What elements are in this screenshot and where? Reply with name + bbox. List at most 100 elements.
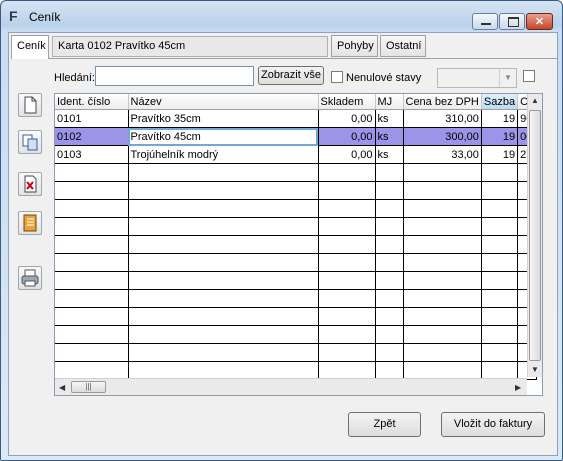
- show-all-button[interactable]: Zobrazit vše: [258, 66, 324, 85]
- scroll-down-icon[interactable]: ▼: [531, 365, 539, 374]
- cell-stock[interactable]: [318, 361, 376, 380]
- cell-name[interactable]: [128, 325, 319, 344]
- cell-unit[interactable]: [375, 361, 404, 380]
- search-input[interactable]: [95, 66, 254, 86]
- cell-ident[interactable]: [55, 361, 129, 380]
- vertical-scrollbar[interactable]: ▲ ▼: [527, 94, 542, 377]
- col-header-name[interactable]: Název: [128, 94, 319, 110]
- cell-unit[interactable]: [375, 199, 404, 218]
- cell-name[interactable]: [128, 235, 319, 254]
- cell-unit[interactable]: [375, 289, 404, 308]
- cell-price[interactable]: [403, 289, 482, 308]
- cell-price[interactable]: 300,00: [403, 127, 482, 146]
- cell-ident[interactable]: [55, 271, 129, 290]
- table-row[interactable]: [55, 217, 538, 236]
- cell-vat-rate[interactable]: [481, 361, 519, 380]
- cell-ident[interactable]: 0103: [55, 145, 129, 164]
- cell-unit[interactable]: [375, 271, 404, 290]
- cell-name[interactable]: [128, 289, 319, 308]
- maximize-button[interactable]: [499, 13, 525, 30]
- horizontal-scrollbar[interactable]: ◀ ||| ▶: [55, 378, 527, 395]
- cell-unit[interactable]: [375, 325, 404, 344]
- cell-vat-rate[interactable]: [481, 271, 519, 290]
- cell-name[interactable]: [128, 271, 319, 290]
- table-row[interactable]: [55, 271, 538, 290]
- cell-vat-rate[interactable]: 19: [481, 127, 519, 146]
- copy-button[interactable]: [18, 130, 42, 154]
- cell-ident[interactable]: 0101: [55, 109, 129, 128]
- cell-vat-rate[interactable]: [481, 199, 519, 218]
- cell-stock[interactable]: [318, 289, 376, 308]
- cell-ident[interactable]: [55, 325, 129, 344]
- cell-price[interactable]: [403, 163, 482, 182]
- cell-vat-rate[interactable]: [481, 325, 519, 344]
- col-header-vat-rate[interactable]: Sazba: [481, 94, 519, 110]
- cell-price[interactable]: 33,00: [403, 145, 482, 164]
- cell-ident[interactable]: [55, 307, 129, 326]
- tab-pohyby[interactable]: Pohyby: [331, 35, 378, 57]
- new-button[interactable]: [18, 93, 42, 117]
- cell-ident[interactable]: [55, 289, 129, 308]
- cell-unit[interactable]: ks: [375, 109, 404, 128]
- minimize-button[interactable]: [472, 13, 498, 30]
- cell-stock[interactable]: [318, 253, 376, 272]
- cell-stock[interactable]: [318, 199, 376, 218]
- col-header-price[interactable]: Cena bez DPH: [403, 94, 482, 110]
- cell-ident[interactable]: [55, 163, 129, 182]
- col-header-stock[interactable]: Skladem: [318, 94, 376, 110]
- cell-vat-rate[interactable]: 19: [481, 145, 519, 164]
- cell-name[interactable]: [128, 343, 319, 362]
- cell-price[interactable]: [403, 217, 482, 236]
- cell-ident[interactable]: [55, 343, 129, 362]
- table-row[interactable]: 0102Pravítko 45cm0,00ks300,001900: [55, 127, 538, 146]
- cell-unit[interactable]: [375, 235, 404, 254]
- cell-stock[interactable]: 0,00: [318, 145, 376, 164]
- cell-name[interactable]: [128, 253, 319, 272]
- table-row[interactable]: [55, 235, 538, 254]
- cell-vat-rate[interactable]: [481, 181, 519, 200]
- close-button[interactable]: ✕: [526, 13, 553, 30]
- cell-name[interactable]: Trojúhelník modrý: [128, 145, 319, 164]
- table-row[interactable]: [55, 325, 538, 344]
- scroll-left-icon[interactable]: ◀: [59, 383, 65, 392]
- cell-vat-rate[interactable]: [481, 217, 519, 236]
- filter-combo[interactable]: ▼: [437, 68, 517, 88]
- cell-vat-rate[interactable]: [481, 343, 519, 362]
- cell-stock[interactable]: [318, 217, 376, 236]
- cell-unit[interactable]: [375, 217, 404, 236]
- cell-unit[interactable]: [375, 343, 404, 362]
- cell-price[interactable]: [403, 271, 482, 290]
- cell-name[interactable]: [128, 181, 319, 200]
- cell-stock[interactable]: [318, 271, 376, 290]
- cell-ident[interactable]: [55, 235, 129, 254]
- cell-unit[interactable]: [375, 163, 404, 182]
- table-row[interactable]: 0101Pravítko 35cm0,00ks310,001990: [55, 109, 538, 128]
- delete-button[interactable]: [18, 172, 42, 196]
- table-row[interactable]: [55, 307, 538, 326]
- cell-vat-rate[interactable]: [481, 307, 519, 326]
- cell-ident[interactable]: [55, 181, 129, 200]
- cell-name[interactable]: [128, 217, 319, 236]
- cell-stock[interactable]: [318, 181, 376, 200]
- cell-vat-rate[interactable]: [481, 253, 519, 272]
- cell-ident[interactable]: [55, 199, 129, 218]
- table-row[interactable]: 0103Trojúhelník modrý0,00ks33,001927: [55, 145, 538, 164]
- title-bar[interactable]: F Ceník ✕: [1, 1, 562, 31]
- table-row[interactable]: [55, 181, 538, 200]
- cell-unit[interactable]: ks: [375, 145, 404, 164]
- extra-checkbox[interactable]: [523, 70, 535, 82]
- cell-unit[interactable]: [375, 307, 404, 326]
- col-header-unit[interactable]: MJ: [375, 94, 404, 110]
- cell-name[interactable]: [128, 307, 319, 326]
- table-row[interactable]: [55, 199, 538, 218]
- cell-ident[interactable]: [55, 253, 129, 272]
- cell-stock[interactable]: [318, 235, 376, 254]
- insert-to-invoice-button[interactable]: Vložit do faktury: [441, 412, 545, 437]
- scroll-up-icon[interactable]: ▲: [531, 96, 539, 105]
- back-button[interactable]: Zpět: [348, 412, 421, 437]
- cell-stock[interactable]: [318, 307, 376, 326]
- cell-ident[interactable]: 0102: [55, 127, 129, 146]
- cell-unit[interactable]: [375, 253, 404, 272]
- cell-vat-rate[interactable]: [481, 163, 519, 182]
- cell-stock[interactable]: 0,00: [318, 109, 376, 128]
